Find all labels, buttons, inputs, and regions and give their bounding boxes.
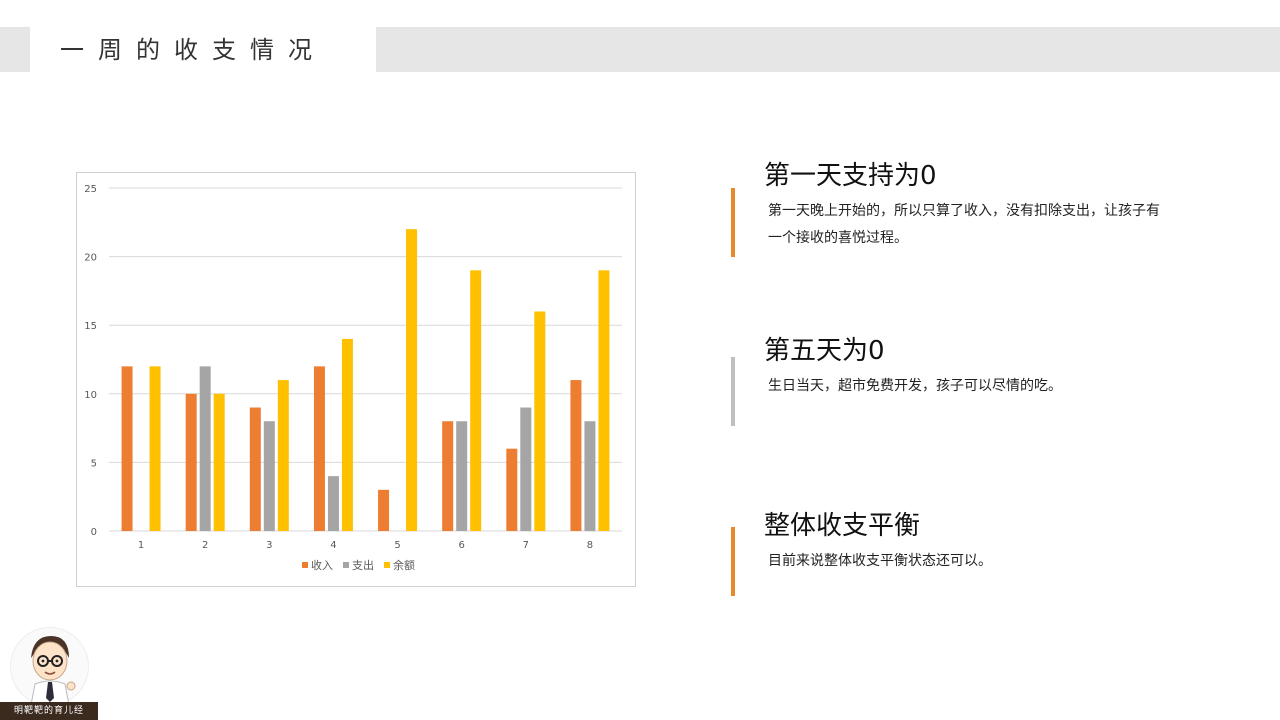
bar-2-4 [327,476,339,531]
slide-title: 一周的收支情况 [60,36,326,64]
bar-1-2 [185,393,197,531]
bar-1-6 [442,421,454,531]
bar-2-2 [199,366,211,531]
y-tick-label: 5 [91,458,97,469]
bar-2-8 [584,421,596,531]
legend-label: 余额 [393,558,415,572]
bar-3-1 [149,366,161,531]
y-tick-label: 10 [84,390,97,401]
x-tick-label: 3 [266,540,272,551]
y-tick-label: 0 [91,527,97,538]
x-tick-label: 5 [394,540,400,551]
cartoon-avatar [10,627,89,706]
bar-3-4 [341,338,353,531]
x-tick-label: 8 [587,540,593,551]
bar-1-5 [378,489,390,531]
legend-label: 支出 [352,558,374,572]
note-body: 生日当天，超市免费开发，孩子可以尽情的吃。 [768,378,1062,394]
note-accent-bar [731,357,735,426]
bar-3-2 [213,393,225,531]
x-tick-label: 1 [138,540,144,551]
bar-3-5 [406,229,418,531]
note-heading: 整体收支平衡 [764,511,921,541]
bar-3-6 [470,270,482,531]
bar-3-3 [277,380,289,531]
bar-1-4 [313,366,325,531]
x-tick-label: 7 [523,540,529,551]
bar-1-3 [249,407,261,531]
note-heading: 第五天为0 [764,336,885,366]
chart-canvas: 0 5 10 15 20 25 1 2 3 4 5 6 7 8 收入 支出 余额 [84,184,622,572]
note-accent-bar [731,188,735,257]
legend-swatch [384,562,390,568]
x-tick-label: 6 [459,540,465,551]
note-body: 目前来说整体收支平衡状态还可以。 [768,553,992,569]
y-tick-label: 20 [84,253,97,264]
bar-2-7 [520,407,532,531]
note-body: 第一天晚上开始的，所以只算了收入，没有扣除支出，让孩子有一个接收的喜悦过程。 [768,203,1160,246]
x-tick-label: 4 [330,540,336,551]
bar-2-3 [263,421,275,531]
x-tick-label: 2 [202,540,208,551]
bar-3-8 [598,270,610,531]
bar-1-1 [121,366,133,531]
bar-chart: 0 5 10 15 20 25 1 2 3 4 5 6 7 8 收入 支出 余额 [76,172,636,587]
bar-3-7 [534,311,546,531]
y-tick-label: 25 [84,184,97,195]
y-tick-label: 15 [84,321,97,332]
bar-1-8 [570,380,582,531]
logo-label: 明靶靶的育儿经 [0,702,98,720]
legend-label: 收入 [311,558,333,572]
note-heading: 第一天支持为0 [764,161,937,191]
legend-swatch [343,562,349,568]
bar-1-7 [506,448,518,531]
note-accent-bar [731,527,735,596]
bar-2-6 [456,421,468,531]
legend-swatch [302,562,308,568]
